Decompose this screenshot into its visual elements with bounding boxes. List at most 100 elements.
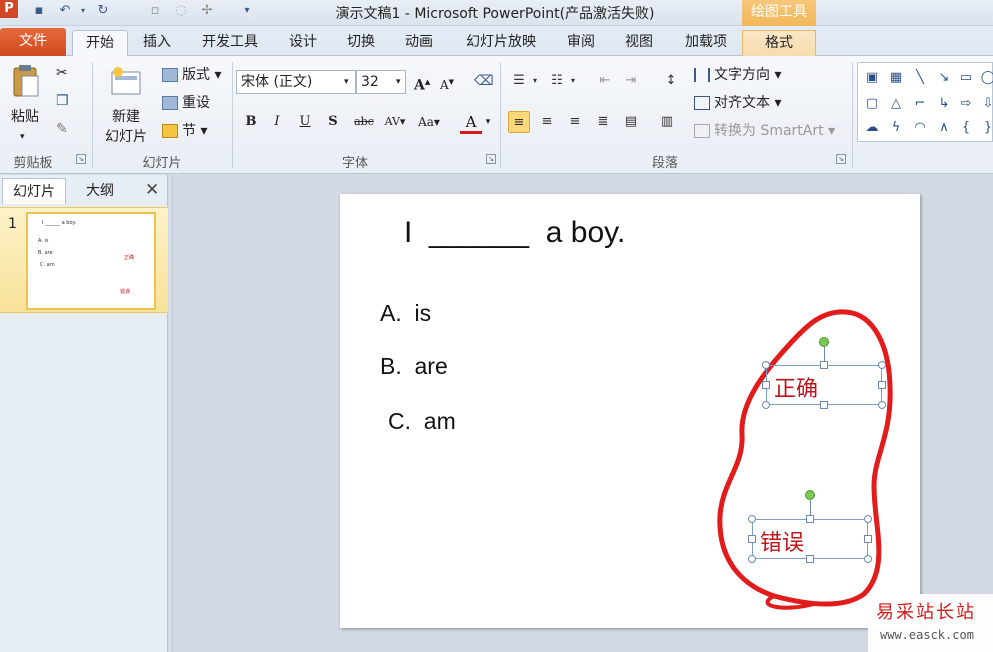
font-color-icon[interactable]: A [460, 112, 482, 134]
resize-handle[interactable] [820, 401, 828, 409]
resize-handle[interactable] [878, 381, 886, 389]
tab-slideshow[interactable]: 幻灯片放映 [458, 30, 544, 56]
paste-dropdown-icon[interactable]: ▾ [20, 126, 25, 148]
align-center-icon[interactable]: ≡ [536, 111, 558, 133]
oval-shape-icon[interactable]: ◯ [980, 71, 993, 85]
char-spacing-icon[interactable]: AV▾ [382, 112, 408, 132]
elbow-arrow-icon[interactable]: ↳ [936, 97, 952, 111]
resize-handle[interactable] [762, 361, 770, 369]
slide-thumbnail[interactable]: I ______ a boy. A. is B. are C. am 正确 错误 [26, 212, 156, 310]
copy-icon[interactable]: ❐ [56, 90, 69, 112]
option-b[interactable]: B. are [380, 353, 448, 380]
resize-handle[interactable] [748, 555, 756, 563]
new-slide-label-2[interactable]: 幻灯片 [98, 126, 154, 146]
triangle-shape-icon[interactable]: △ [888, 97, 904, 111]
tab-home[interactable]: 开始 [72, 30, 128, 56]
paste-icon[interactable] [10, 64, 40, 98]
tab-slides[interactable]: 幻灯片 [2, 178, 66, 204]
resize-handle[interactable] [820, 361, 828, 369]
right-brace-shape-icon[interactable]: } [980, 121, 993, 135]
curve-shape-icon[interactable]: ∧ [936, 121, 952, 135]
font-name-dropdown[interactable]: 宋体 (正文) [236, 70, 356, 94]
resize-handle[interactable] [762, 401, 770, 409]
section-button[interactable]: 节 ▾ [162, 120, 207, 142]
textbox-correct-label[interactable]: 正确 [774, 371, 818, 403]
new-slide-label-1[interactable]: 新建 [104, 106, 148, 126]
powerpoint-icon[interactable]: P [0, 0, 18, 18]
underline-icon[interactable]: U [294, 112, 316, 132]
shadow-icon[interactable]: S [322, 112, 344, 132]
new-slide-icon[interactable] [110, 66, 142, 96]
convert-smartart-button[interactable]: 转换为 SmartArt ▾ [694, 120, 835, 142]
shapes-gallery[interactable]: ▣ ▦ ╲ ↘ ▭ ◯ ▢ △ ⌐ ↳ ⇨ ⇩ ☁ ϟ ◠ ∧ { } [857, 62, 993, 142]
align-text-button[interactable]: 对齐文本 ▾ [694, 92, 781, 114]
justify-icon[interactable]: ≣ [592, 111, 614, 133]
shrink-font-icon[interactable]: A▼ [440, 71, 454, 93]
strikethrough-icon[interactable]: abc [350, 112, 378, 132]
tab-addins[interactable]: 加载项 [676, 30, 736, 56]
resize-handle[interactable] [864, 535, 872, 543]
rectangle-shape-icon[interactable]: ▭ [958, 71, 974, 85]
distributed-icon[interactable]: ▤ [620, 111, 642, 133]
font-size-dropdown-icon[interactable]: ▾ [396, 71, 401, 93]
resize-handle[interactable] [748, 515, 756, 523]
italic-icon[interactable]: I [266, 112, 288, 132]
increase-indent-icon[interactable]: ⇥ [620, 70, 642, 92]
align-icon[interactable]: ✢ [198, 2, 216, 20]
slide-canvas[interactable]: I ______ a boy. A. is B. are C. am 正确 错误 [340, 194, 920, 628]
rotate-handle-icon[interactable] [819, 337, 829, 347]
down-arrow-shape-icon[interactable]: ⇩ [980, 97, 993, 111]
resize-handle[interactable] [762, 381, 770, 389]
textbox-shape-icon[interactable]: ▣ [864, 71, 880, 85]
numbering-dropdown-icon[interactable]: ▾ [568, 70, 578, 92]
columns-icon[interactable]: ▥ [656, 111, 678, 133]
format-painter-icon[interactable]: ✎ [56, 118, 68, 140]
undo-icon[interactable]: ↶ [56, 2, 74, 20]
arrow-shape-icon[interactable]: ↘ [936, 71, 952, 85]
align-left-icon[interactable]: ≡ [508, 111, 530, 133]
slide-thumbnail-row[interactable]: 1 I ______ a boy. A. is B. are C. am 正确 … [0, 207, 168, 313]
decrease-indent-icon[interactable]: ⇤ [594, 70, 616, 92]
freeform-shape-icon[interactable]: ϟ [888, 121, 904, 135]
save-icon[interactable]: ▪ [30, 2, 48, 20]
resize-handle[interactable] [748, 535, 756, 543]
bold-icon[interactable]: B [240, 112, 262, 132]
font-name-dropdown-icon[interactable]: ▾ [344, 71, 349, 93]
callout-shape-icon[interactable]: ☁ [864, 121, 880, 135]
layout-button[interactable]: 版式 ▾ [162, 64, 221, 86]
spelling-icon[interactable]: ◌ [172, 2, 190, 20]
reset-button[interactable]: 重设 [162, 92, 210, 114]
line-shape-icon[interactable]: ╲ [912, 71, 928, 85]
option-c[interactable]: C. am [388, 408, 456, 435]
line-spacing-icon[interactable]: ↕ [660, 70, 682, 92]
resize-handle[interactable] [878, 401, 886, 409]
bullets-dropdown-icon[interactable]: ▾ [530, 70, 540, 92]
clear-formatting-icon[interactable]: ⌫ [474, 70, 494, 92]
tab-format[interactable]: 格式 [742, 30, 816, 56]
resize-handle[interactable] [864, 555, 872, 563]
clipboard-launcher-icon[interactable]: ↘ [76, 154, 86, 164]
close-icon[interactable]: ✕ [145, 180, 159, 200]
resize-handle[interactable] [878, 361, 886, 369]
resize-handle[interactable] [864, 515, 872, 523]
tab-design[interactable]: 设计 [280, 30, 326, 56]
paragraph-launcher-icon[interactable]: ↘ [836, 154, 846, 164]
tab-file[interactable]: 文件 [0, 28, 66, 56]
textbox-wrong-label[interactable]: 错误 [760, 525, 804, 557]
option-a[interactable]: A. is [380, 300, 431, 327]
resize-handle[interactable] [806, 515, 814, 523]
tab-developer[interactable]: 开发工具 [194, 30, 266, 56]
arc-shape-icon[interactable]: ◠ [912, 121, 928, 135]
vertical-textbox-shape-icon[interactable]: ▦ [888, 71, 904, 85]
tab-review[interactable]: 审阅 [558, 30, 604, 56]
tab-animations[interactable]: 动画 [396, 30, 442, 56]
right-arrow-shape-icon[interactable]: ⇨ [958, 97, 974, 111]
resize-handle[interactable] [806, 555, 814, 563]
tab-transitions[interactable]: 切换 [338, 30, 384, 56]
slide-title[interactable]: I ______ a boy. [404, 216, 625, 250]
elbow-connector-icon[interactable]: ⌐ [912, 97, 928, 111]
cut-icon[interactable]: ✂ [56, 62, 68, 84]
paste-button[interactable]: 粘贴 [8, 106, 42, 126]
tab-insert[interactable]: 插入 [134, 30, 180, 56]
grow-font-icon[interactable]: A▲ [414, 71, 430, 94]
